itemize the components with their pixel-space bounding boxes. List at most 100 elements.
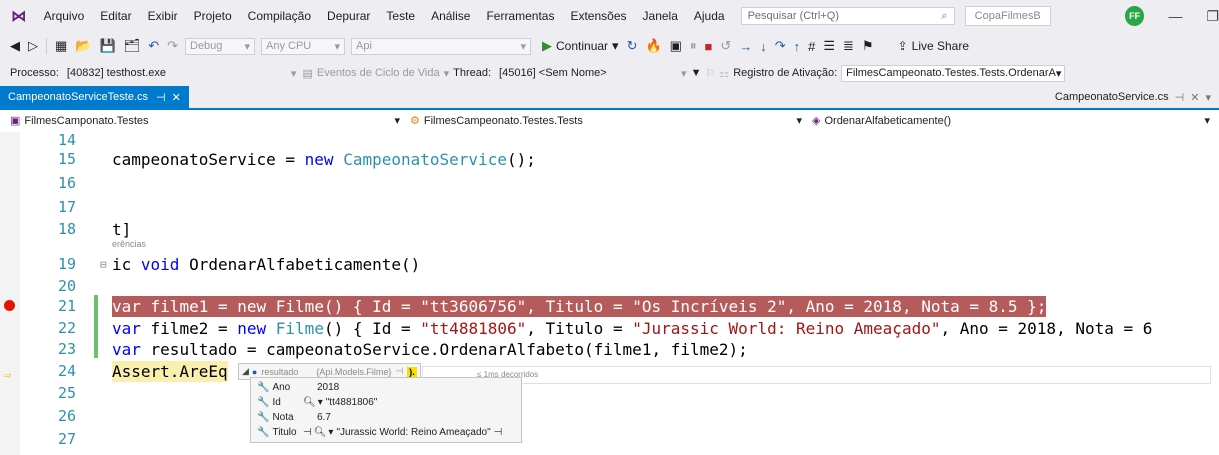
menu-extensoes[interactable]: Extensões [562, 9, 634, 23]
type-token: Filme [275, 297, 324, 316]
live-share-label: Live Share [911, 39, 970, 53]
chevron-down-icon[interactable]: ▾ [1205, 91, 1211, 104]
keyword-token: var [112, 319, 141, 338]
continue-icon[interactable]: ▶ [542, 38, 552, 54]
datatip-row[interactable]: 🔧 Titulo ⊣ 🔍︎ ▾ "Jurassic World: Reino Ameaç… [257, 425, 502, 440]
pin-icon[interactable]: ⊣ [1175, 91, 1185, 104]
magnifier-icon[interactable]: 🔍︎ [314, 427, 327, 438]
restore-icon[interactable]: ❐ [1206, 8, 1219, 25]
menu-analise[interactable]: Análise [423, 9, 478, 23]
save-icon[interactable]: 💾 [99, 38, 115, 54]
bookmark-icon[interactable]: ⚑ [862, 38, 874, 54]
close-icon[interactable]: ✕ [1190, 91, 1199, 104]
paren-highlight: ). [407, 366, 417, 377]
menu-ajuda[interactable]: Ajuda [686, 9, 733, 23]
restart-icon[interactable]: ↺ [720, 38, 731, 54]
new-project-icon[interactable]: ▦ [55, 38, 67, 54]
search-input[interactable]: Pesquisar (Ctrl+Q) ⌕ [740, 7, 955, 25]
pause-icon[interactable]: ⏸ [690, 38, 697, 54]
menu-editar[interactable]: Editar [92, 9, 139, 23]
pin-icon[interactable]: ⊣ [494, 427, 503, 438]
avatar[interactable]: FF [1124, 6, 1145, 26]
save-all-icon[interactable]: 🗂 [124, 38, 141, 54]
pin-icon[interactable]: ⊣ [395, 366, 403, 377]
live-share-button[interactable]: ⇪ Live Share [898, 39, 969, 53]
step-over-icon[interactable]: ↷ [775, 38, 786, 54]
references-codelens[interactable]: erências [112, 239, 146, 249]
menu-compilacao[interactable]: Compilação [240, 9, 319, 23]
datatip-row[interactable]: 🔧 Ano 2018 [257, 380, 339, 395]
flag-all-icon[interactable]: ⚏ [719, 67, 729, 80]
stop-icon[interactable]: ■ [704, 39, 712, 54]
pin-icon[interactable]: ⊣ [156, 91, 166, 104]
undo-icon[interactable]: ↶ [148, 38, 159, 54]
menu-ferramentas[interactable]: Ferramentas [478, 9, 562, 23]
chevron-down-icon[interactable]: ▾ [328, 427, 333, 438]
code-token: , Titulo = [526, 319, 633, 338]
open-file-icon[interactable]: 📂 [75, 38, 91, 54]
search-placeholder: Pesquisar (Ctrl+Q) [747, 10, 839, 22]
process-select[interactable]: [40832] testhost.exe [63, 65, 209, 82]
collapse-icon[interactable]: ◢ [242, 366, 249, 377]
tab-campeonato-service[interactable]: CampeonatoService.cs ⊣ ✕ ▾ [1055, 91, 1211, 104]
redo-icon[interactable]: ↷ [167, 38, 178, 54]
property-value: "Jurassic World: Reino Ameaçado" [336, 427, 491, 438]
step-out-icon[interactable]: ↑ [794, 39, 801, 54]
menu-janela[interactable]: Janela [635, 9, 686, 23]
code-token: filme2 = [140, 319, 238, 338]
thread-select[interactable]: [45016] <Sem Nome> [495, 65, 661, 82]
chevron-down-icon[interactable]: ▾ [444, 67, 450, 80]
project-select[interactable]: ▣ FilmesCamponato.Testes ▾ [6, 112, 404, 129]
hex-display-icon[interactable]: # [808, 39, 815, 54]
call-stack-select[interactable]: FilmesCampeonato.Testes.Tests.OrdenarA ▾ [841, 64, 1066, 82]
menu-arquivo[interactable]: Arquivo [36, 9, 93, 23]
uncomment-icon[interactable]: ≣ [843, 38, 854, 54]
menu-projeto[interactable]: Projeto [186, 9, 240, 23]
type-token: CampeonatoService [343, 150, 507, 169]
datatip-panel[interactable]: 🔧 Ano 2018 🔧 Id 🔍︎ ▾ "tt4881806" 🔧 Nota 6.7 🔧… [250, 377, 522, 443]
lifecycle-events-button[interactable]: Eventos de Ciclo de Vida [317, 67, 440, 79]
chevron-down-icon[interactable]: ▾ [681, 67, 687, 80]
chevron-down-icon[interactable]: ▾ [291, 67, 297, 80]
back-icon[interactable]: ◀ [10, 38, 20, 54]
toggle-comment-icon[interactable]: ☰ [823, 38, 835, 54]
forward-icon[interactable]: ▷ [28, 38, 38, 54]
tab-label: CampeonatoServiceTeste.cs [8, 91, 149, 103]
collapse-icon[interactable]: ⊟ [100, 254, 107, 275]
menu-depurar[interactable]: Depurar [319, 9, 378, 23]
menu-exibir[interactable]: Exibir [140, 9, 186, 23]
menu-bar: ⋈ Arquivo Editar Exibir Projeto Compilaç… [0, 0, 1219, 32]
show-next-statement-icon[interactable]: → [739, 39, 752, 54]
close-icon[interactable]: ✕ [172, 91, 181, 104]
hot-reload-icon[interactable]: 🔥 [645, 38, 661, 54]
platform-select[interactable]: Any CPU ▾ [261, 37, 345, 55]
datatip-row[interactable]: 🔧 Id 🔍︎ ▾ "tt4881806" [257, 395, 377, 410]
string-token: "Os Incríveis 2" [632, 297, 787, 316]
chevron-down-icon[interactable]: ▾ [318, 397, 323, 408]
minimize-icon[interactable]: — [1168, 8, 1182, 24]
magnifier-icon[interactable]: 🔍︎ [303, 397, 316, 408]
code-editor[interactable]: ⇨ 14 15 campeonatoService = new Campeona… [0, 131, 1219, 455]
code-token: resultado = campeonatoService.OrdenarAlf… [140, 340, 748, 359]
menu-teste[interactable]: Teste [378, 9, 423, 23]
current-statement-code: Assert.AreEq [112, 361, 228, 382]
pin-icon[interactable]: ⊣ [303, 427, 312, 438]
tab-campeonato-service-teste[interactable]: CampeonatoServiceTeste.cs ⊣ ✕ [0, 86, 189, 108]
screenshot-icon[interactable]: ▣ [670, 38, 682, 54]
thread-label: Thread: [453, 67, 492, 79]
code-line-15: 15 campeonatoService = new CampeonatoSer… [0, 149, 1219, 170]
flag-icon[interactable]: ⚐ [705, 67, 715, 80]
class-select[interactable]: ⚙ FilmesCampeonato.Testes.Tests ▾ [406, 112, 806, 129]
continue-button[interactable]: Continuar [556, 39, 608, 53]
code-token: ic [112, 255, 141, 274]
step-into-icon[interactable]: ↓ [760, 39, 767, 54]
datatip-row[interactable]: 🔧 Nota 6.7 [257, 410, 331, 425]
chevron-down-icon[interactable]: ▾ [612, 38, 619, 54]
chevron-down-icon: ▾ [334, 40, 340, 53]
configuration-select[interactable]: Debug ▾ [185, 37, 255, 55]
filter-icon[interactable]: ▼ [691, 67, 702, 79]
member-select[interactable]: ◈ OrdenarAlfabeticamente() ▾ [808, 112, 1214, 129]
class-value: FilmesCampeonato.Testes.Tests [423, 114, 583, 127]
startup-project-select[interactable]: Api ▾ [351, 37, 531, 55]
refresh-icon[interactable]: ↻ [627, 38, 638, 54]
